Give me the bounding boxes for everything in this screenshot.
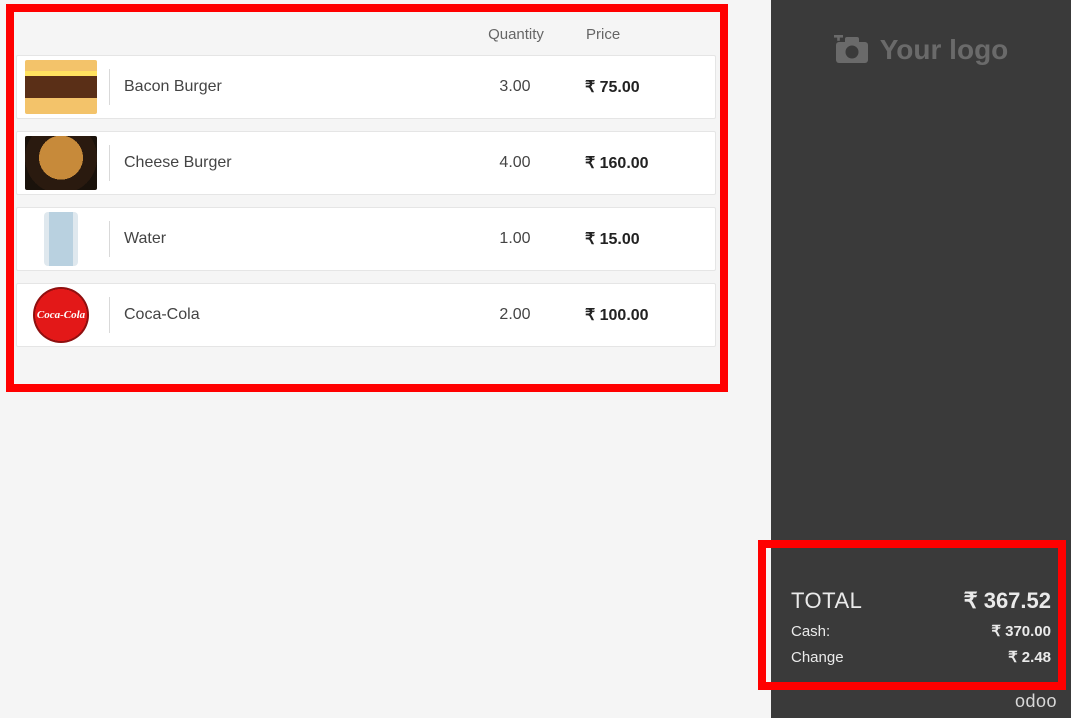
order-line[interactable]: Coca-ColaCoca-Cola2.00₹ 100.00 bbox=[16, 283, 716, 347]
cash-value: ₹ 370.00 bbox=[991, 622, 1051, 640]
product-quantity: 2.00 bbox=[445, 306, 585, 324]
change-value: ₹ 2.48 bbox=[1008, 648, 1051, 666]
divider bbox=[109, 297, 110, 333]
product-price: ₹ 160.00 bbox=[585, 153, 705, 173]
product-name: Cheese Burger bbox=[124, 154, 445, 172]
product-thumbnail bbox=[21, 135, 101, 191]
product-price: ₹ 15.00 bbox=[585, 229, 705, 249]
divider bbox=[109, 69, 110, 105]
order-items-panel: Quantity Price Bacon Burger3.00₹ 75.00 Ch… bbox=[16, 16, 716, 347]
product-thumbnail bbox=[21, 211, 101, 267]
product-name: Coca-Cola bbox=[124, 306, 445, 324]
divider bbox=[109, 145, 110, 181]
order-line[interactable]: Cheese Burger4.00₹ 160.00 bbox=[16, 131, 716, 195]
product-quantity: 4.00 bbox=[445, 154, 585, 172]
cash-label: Cash: bbox=[791, 623, 830, 640]
order-header-row: Quantity Price bbox=[16, 16, 716, 55]
logo-placeholder[interactable]: Your logo bbox=[771, 0, 1071, 76]
header-quantity: Quantity bbox=[446, 26, 586, 43]
summary-sidebar: Your logo TOTAL ₹ 367.52 Cash: ₹ 370.00 … bbox=[771, 0, 1071, 718]
total-label: TOTAL bbox=[791, 588, 862, 614]
header-price: Price bbox=[586, 26, 716, 43]
change-label: Change bbox=[791, 649, 844, 666]
brand-label: odoo bbox=[1015, 691, 1057, 712]
order-line[interactable]: Water1.00₹ 15.00 bbox=[16, 207, 716, 271]
logo-placeholder-text: Your logo bbox=[880, 34, 1009, 66]
camera-plus-icon bbox=[834, 35, 870, 65]
order-line[interactable]: Bacon Burger3.00₹ 75.00 bbox=[16, 55, 716, 119]
product-price: ₹ 100.00 bbox=[585, 305, 705, 325]
product-quantity: 3.00 bbox=[445, 78, 585, 96]
divider bbox=[109, 221, 110, 257]
product-quantity: 1.00 bbox=[445, 230, 585, 248]
product-name: Water bbox=[124, 230, 445, 248]
product-name: Bacon Burger bbox=[124, 78, 445, 96]
product-price: ₹ 75.00 bbox=[585, 77, 705, 97]
total-value: ₹ 367.52 bbox=[964, 588, 1051, 614]
product-thumbnail: Coca-Cola bbox=[21, 287, 101, 343]
product-thumbnail bbox=[21, 59, 101, 115]
